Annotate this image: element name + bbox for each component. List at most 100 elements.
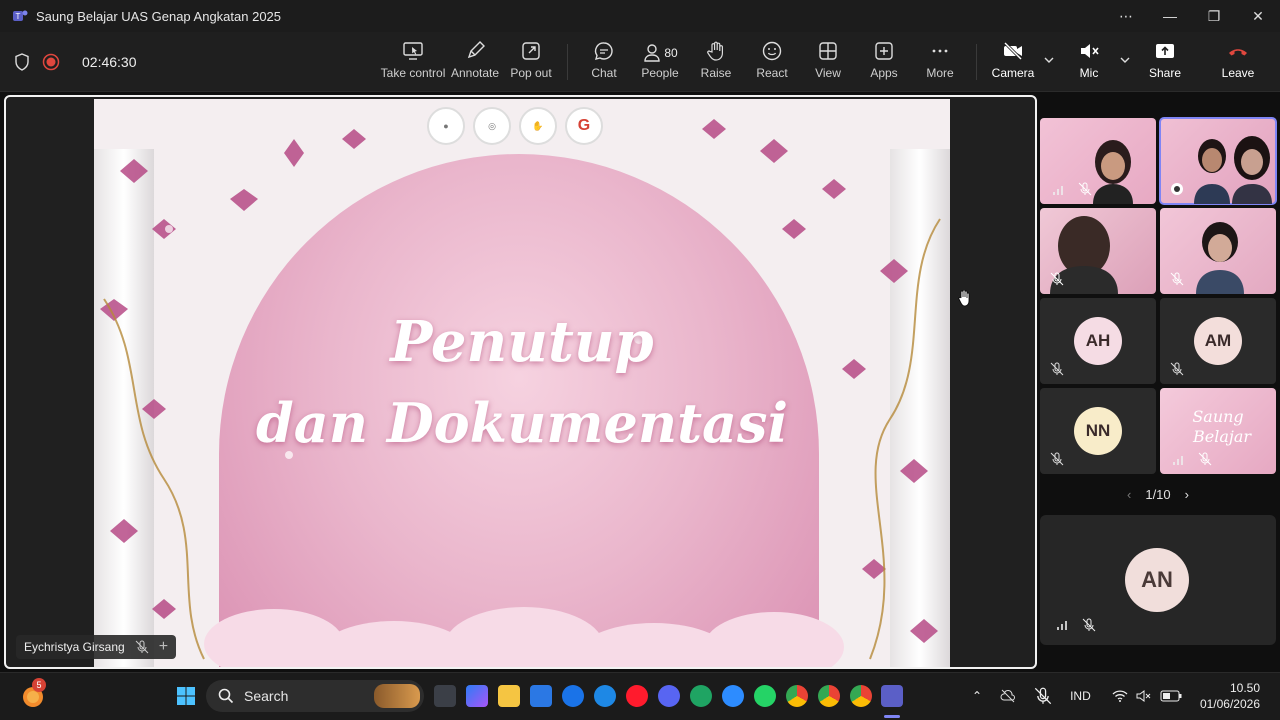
minimize-button[interactable]: — — [1148, 0, 1192, 32]
participant-avatar-tile[interactable]: AH — [1040, 298, 1156, 384]
chevron-right-icon[interactable]: › — [1185, 487, 1189, 502]
smiley-icon — [762, 41, 782, 61]
slide-title-line2: dan Dokumentasi — [256, 391, 788, 455]
svg-text:T: T — [16, 12, 21, 21]
hand-raised-icon — [1171, 183, 1183, 195]
chat-button[interactable]: Chat — [588, 40, 620, 88]
participant-video-tile[interactable] — [1040, 208, 1156, 294]
pen-icon — [467, 41, 485, 59]
wifi-icon — [1112, 690, 1128, 702]
task-view-icon[interactable] — [434, 685, 456, 707]
maximize-button[interactable]: ❐ — [1192, 0, 1236, 32]
mic-button[interactable]: Mic — [1074, 40, 1104, 88]
hp-icon[interactable] — [562, 685, 584, 707]
camera-options-chevron-down-icon[interactable] — [1043, 54, 1055, 66]
pin-plus-icon[interactable]: + — [159, 638, 168, 656]
view-button[interactable]: View — [812, 40, 844, 88]
shield-icon[interactable] — [14, 53, 30, 71]
opera-icon[interactable] — [626, 685, 648, 707]
annotate-button[interactable]: Annotate — [451, 40, 499, 88]
hand-logo: ✋ — [519, 107, 557, 145]
avatar: NN — [1074, 407, 1122, 455]
taskbar-search[interactable]: Search — [206, 680, 424, 712]
people-button[interactable]: 80 People — [638, 40, 682, 88]
edge-icon[interactable] — [690, 685, 712, 707]
participant-video-tile[interactable]: Saung Belajar — [1160, 388, 1276, 474]
battery-icon — [1160, 690, 1182, 702]
title-bar: T Saung Belajar UAS Genap Angkatan 2025 … — [0, 0, 1280, 32]
chevron-left-icon[interactable]: ‹ — [1127, 487, 1131, 502]
mic-muted-icon — [1082, 618, 1096, 632]
whatsapp-icon[interactable] — [754, 685, 776, 707]
leave-button[interactable]: Leave — [1220, 40, 1256, 88]
search-icon — [218, 688, 234, 704]
svg-text:Saung: Saung — [1192, 407, 1243, 426]
people-icon — [644, 44, 661, 62]
chat-icon — [594, 42, 613, 60]
teams-icon: T — [13, 10, 28, 21]
floral-decoration — [100, 119, 941, 667]
signal-icon — [1053, 186, 1063, 195]
participant-video-tile[interactable] — [1040, 118, 1156, 204]
svg-text:Belajar: Belajar — [1192, 427, 1252, 446]
take-control-button[interactable]: Take control — [381, 40, 445, 88]
camera-off-icon — [1003, 41, 1023, 61]
react-button[interactable]: React — [756, 40, 788, 88]
slide-title-line1: Penutup — [390, 309, 654, 375]
pop-out-button[interactable]: Pop out — [510, 40, 552, 88]
raise-hand-button[interactable]: Raise — [700, 40, 732, 88]
participant-video-tile-speaking[interactable] — [1159, 117, 1277, 205]
chrome-icon[interactable] — [786, 685, 808, 707]
mic-muted-icon — [1170, 272, 1184, 286]
discord-icon[interactable] — [658, 685, 680, 707]
keyboard-language[interactable]: IND — [1070, 689, 1091, 703]
participant-avatar-tile[interactable]: AM — [1160, 298, 1276, 384]
close-button[interactable]: ✕ — [1236, 0, 1280, 32]
system-tray: ⌃ IND — [972, 672, 1091, 720]
hand-icon — [707, 41, 723, 61]
university-seal-logo: ● — [427, 107, 465, 145]
cloud-off-icon[interactable] — [1000, 688, 1016, 704]
mic-options-chevron-down-icon[interactable] — [1119, 54, 1131, 66]
presenter-name: Eychristya Girsang — [24, 640, 125, 654]
more-button[interactable]: More — [924, 40, 956, 88]
help-icon[interactable] — [594, 685, 616, 707]
copilot-icon[interactable] — [466, 685, 488, 707]
file-explorer-icon[interactable] — [498, 685, 520, 707]
apps-button[interactable]: Apps — [868, 40, 900, 88]
meeting-timer: 02:46:30 — [82, 54, 137, 70]
mic-muted-icon[interactable] — [1034, 687, 1052, 705]
gallery-pager: ‹ 1/10 › — [1040, 483, 1276, 505]
participant-avatar-tile[interactable]: NN — [1040, 388, 1156, 474]
windows-start-icon[interactable] — [176, 686, 196, 706]
recording-status: 02:46:30 — [14, 32, 137, 92]
presenter-name-tag: Eychristya Girsang + — [16, 635, 177, 659]
participant-video — [1196, 222, 1244, 294]
store-icon[interactable] — [530, 685, 552, 707]
speaker-muted-icon — [1136, 690, 1151, 702]
screen-icon — [403, 42, 423, 60]
mic-muted-icon — [1050, 272, 1064, 286]
zoom-icon[interactable] — [722, 685, 744, 707]
shared-screen[interactable]: ● ◎ ✋ G Penutup dan Dokumentasi Eychrist… — [4, 95, 1037, 669]
share-icon — [1156, 44, 1174, 58]
system-clock[interactable]: 10.50 01/06/2026 — [1200, 680, 1260, 712]
meeting-toolbar: 02:46:30 Take control Annotate Pop out C… — [0, 32, 1280, 92]
share-button[interactable]: Share — [1148, 40, 1182, 88]
featured-participant-tile[interactable]: AN — [1040, 515, 1276, 645]
teams-icon[interactable] — [881, 685, 903, 707]
mic-muted-icon — [1198, 452, 1212, 466]
presentation-slide: ● ◎ ✋ G Penutup dan Dokumentasi — [94, 99, 950, 667]
hang-up-icon — [1229, 49, 1247, 56]
avatar: AH — [1074, 317, 1122, 365]
participant-video-tile[interactable] — [1160, 208, 1276, 294]
grid-icon — [819, 42, 837, 60]
more-options-icon[interactable]: ⋯ — [1104, 0, 1148, 32]
status-icons[interactable] — [1112, 672, 1182, 720]
plus-box-icon — [875, 42, 893, 60]
camera-button[interactable]: Camera — [992, 40, 1034, 88]
chrome-icon[interactable] — [818, 685, 840, 707]
ellipsis-icon — [932, 49, 948, 53]
chrome-icon[interactable] — [850, 685, 872, 707]
chevron-up-icon[interactable]: ⌃ — [972, 689, 982, 703]
